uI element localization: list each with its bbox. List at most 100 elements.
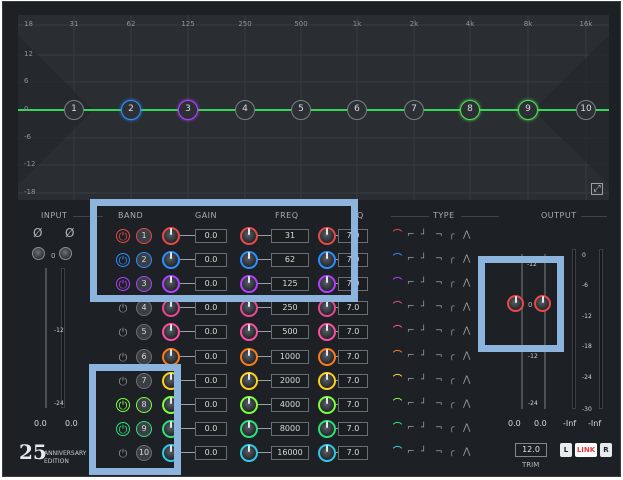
- left-channel-button[interactable]: L: [560, 443, 572, 457]
- input-fader-track[interactable]: [45, 268, 47, 408]
- q-knob[interactable]: [318, 419, 336, 438]
- gain-value-field[interactable]: 0.0: [195, 325, 227, 340]
- gain-value-field[interactable]: 0.0: [195, 373, 227, 388]
- high-shelf-filter-icon[interactable]: ┘: [421, 229, 426, 241]
- right-channel-button[interactable]: R: [600, 443, 612, 457]
- gain-value-field[interactable]: 0.0: [195, 301, 227, 316]
- low-shelf-filter-icon[interactable]: ⌐: [407, 253, 415, 265]
- band-number-button[interactable]: 6: [136, 348, 152, 365]
- band-node-10[interactable]: 10: [576, 100, 596, 120]
- band-number-button[interactable]: 4: [136, 300, 152, 317]
- freq-value-field[interactable]: 8000: [271, 421, 309, 436]
- q-knob[interactable]: [318, 443, 336, 462]
- low-cut-filter-icon[interactable]: ¬: [435, 398, 443, 410]
- low-cut-filter-icon[interactable]: ¬: [435, 229, 443, 241]
- q-knob[interactable]: [318, 323, 336, 342]
- link-button[interactable]: LINK: [575, 443, 597, 457]
- high-shelf-filter-icon[interactable]: ┘: [421, 277, 426, 289]
- freq-knob[interactable]: [240, 419, 258, 438]
- notch-filter-icon[interactable]: ⋀: [463, 398, 470, 410]
- input-balance-left-knob[interactable]: [32, 247, 45, 260]
- eq-graph[interactable]: 31 62 125 250 500 1k 2k 4k 8k 16k 18 12 6 0 -6 -12 -18 …: [18, 15, 609, 200]
- freq-value-field[interactable]: 1000: [271, 349, 309, 364]
- band-number-button[interactable]: 5: [136, 324, 152, 341]
- freq-knob[interactable]: [240, 395, 258, 414]
- bell-filter-icon[interactable]: ⌒: [393, 350, 402, 362]
- band-power-icon[interactable]: ⏻: [116, 350, 130, 364]
- q-value-field[interactable]: 7.0: [338, 445, 368, 460]
- bell-filter-icon[interactable]: ⌒: [393, 229, 402, 241]
- high-cut-filter-icon[interactable]: ╭: [449, 446, 454, 458]
- band-node-5[interactable]: 5: [291, 100, 311, 120]
- trim-value-field[interactable]: 12.0: [515, 443, 547, 457]
- notch-filter-icon[interactable]: ⋀: [463, 422, 470, 434]
- low-shelf-filter-icon[interactable]: ⌐: [407, 301, 415, 313]
- band-node-1[interactable]: 1: [64, 100, 84, 120]
- high-shelf-filter-icon[interactable]: ┘: [421, 446, 426, 458]
- bell-filter-icon[interactable]: ⌒: [393, 325, 402, 337]
- band-node-8[interactable]: 8: [460, 100, 480, 120]
- expand-icon[interactable]: ⤢: [591, 183, 603, 195]
- notch-filter-icon[interactable]: ⋀: [463, 446, 470, 458]
- low-cut-filter-icon[interactable]: ¬: [435, 374, 443, 386]
- gain-knob[interactable]: [162, 323, 180, 342]
- freq-value-field[interactable]: 250: [271, 301, 309, 316]
- notch-filter-icon[interactable]: ⋀: [463, 325, 470, 337]
- notch-filter-icon[interactable]: ⋀: [463, 253, 470, 265]
- freq-value-field[interactable]: 16000: [271, 445, 309, 460]
- low-shelf-filter-icon[interactable]: ⌐: [407, 422, 415, 434]
- band-node-3[interactable]: 3: [178, 100, 198, 120]
- notch-filter-icon[interactable]: ⋀: [463, 277, 470, 289]
- high-cut-filter-icon[interactable]: ╭: [449, 422, 454, 434]
- bell-filter-icon[interactable]: ⌒: [393, 277, 402, 289]
- low-cut-filter-icon[interactable]: ¬: [435, 446, 443, 458]
- gain-value-field[interactable]: 0.0: [195, 397, 227, 412]
- notch-filter-icon[interactable]: ⋀: [463, 374, 470, 386]
- input-phase-right-button[interactable]: Ø: [65, 226, 74, 240]
- low-cut-filter-icon[interactable]: ¬: [435, 422, 443, 434]
- low-cut-filter-icon[interactable]: ¬: [435, 350, 443, 362]
- q-value-field[interactable]: 7.0: [338, 373, 368, 388]
- q-value-field[interactable]: 7.0: [338, 421, 368, 436]
- input-phase-left-button[interactable]: Ø: [33, 226, 42, 240]
- low-shelf-filter-icon[interactable]: ⌐: [407, 229, 415, 241]
- bell-filter-icon[interactable]: ⌒: [393, 446, 402, 458]
- bell-filter-icon[interactable]: ⌒: [393, 301, 402, 313]
- band-node-6[interactable]: 6: [347, 100, 367, 120]
- low-shelf-filter-icon[interactable]: ⌐: [407, 398, 415, 410]
- bell-filter-icon[interactable]: ⌒: [393, 253, 402, 265]
- low-shelf-filter-icon[interactable]: ⌐: [407, 277, 415, 289]
- q-knob[interactable]: [318, 347, 336, 366]
- bell-filter-icon[interactable]: ⌒: [393, 398, 402, 410]
- low-shelf-filter-icon[interactable]: ⌐: [407, 374, 415, 386]
- high-cut-filter-icon[interactable]: ╭: [449, 374, 454, 386]
- notch-filter-icon[interactable]: ⋀: [463, 301, 470, 313]
- high-cut-filter-icon[interactable]: ╭: [449, 229, 454, 241]
- high-cut-filter-icon[interactable]: ╭: [449, 301, 454, 313]
- freq-value-field[interactable]: 4000: [271, 397, 309, 412]
- high-shelf-filter-icon[interactable]: ┘: [421, 422, 426, 434]
- freq-value-field[interactable]: 2000: [271, 373, 309, 388]
- band-node-7[interactable]: 7: [404, 100, 424, 120]
- q-value-field[interactable]: 7.0: [338, 325, 368, 340]
- bell-filter-icon[interactable]: ⌒: [393, 422, 402, 434]
- band-node-4[interactable]: 4: [235, 100, 255, 120]
- bell-filter-icon[interactable]: ⌒: [393, 374, 402, 386]
- freq-knob[interactable]: [240, 323, 258, 342]
- low-cut-filter-icon[interactable]: ¬: [435, 277, 443, 289]
- q-value-field[interactable]: 7.0: [338, 349, 368, 364]
- q-value-field[interactable]: 7.0: [338, 301, 368, 316]
- band-node-2[interactable]: 2: [121, 100, 141, 120]
- q-knob[interactable]: [318, 395, 336, 414]
- freq-knob[interactable]: [240, 443, 258, 462]
- freq-knob[interactable]: [240, 371, 258, 390]
- freq-knob[interactable]: [240, 347, 258, 366]
- notch-filter-icon[interactable]: ⋀: [463, 350, 470, 362]
- band-node-9[interactable]: 9: [518, 100, 538, 120]
- high-shelf-filter-icon[interactable]: ┘: [421, 350, 426, 362]
- high-cut-filter-icon[interactable]: ╭: [449, 325, 454, 337]
- gain-value-field[interactable]: 0.0: [195, 349, 227, 364]
- low-cut-filter-icon[interactable]: ¬: [435, 325, 443, 337]
- low-shelf-filter-icon[interactable]: ⌐: [407, 446, 415, 458]
- high-cut-filter-icon[interactable]: ╭: [449, 277, 454, 289]
